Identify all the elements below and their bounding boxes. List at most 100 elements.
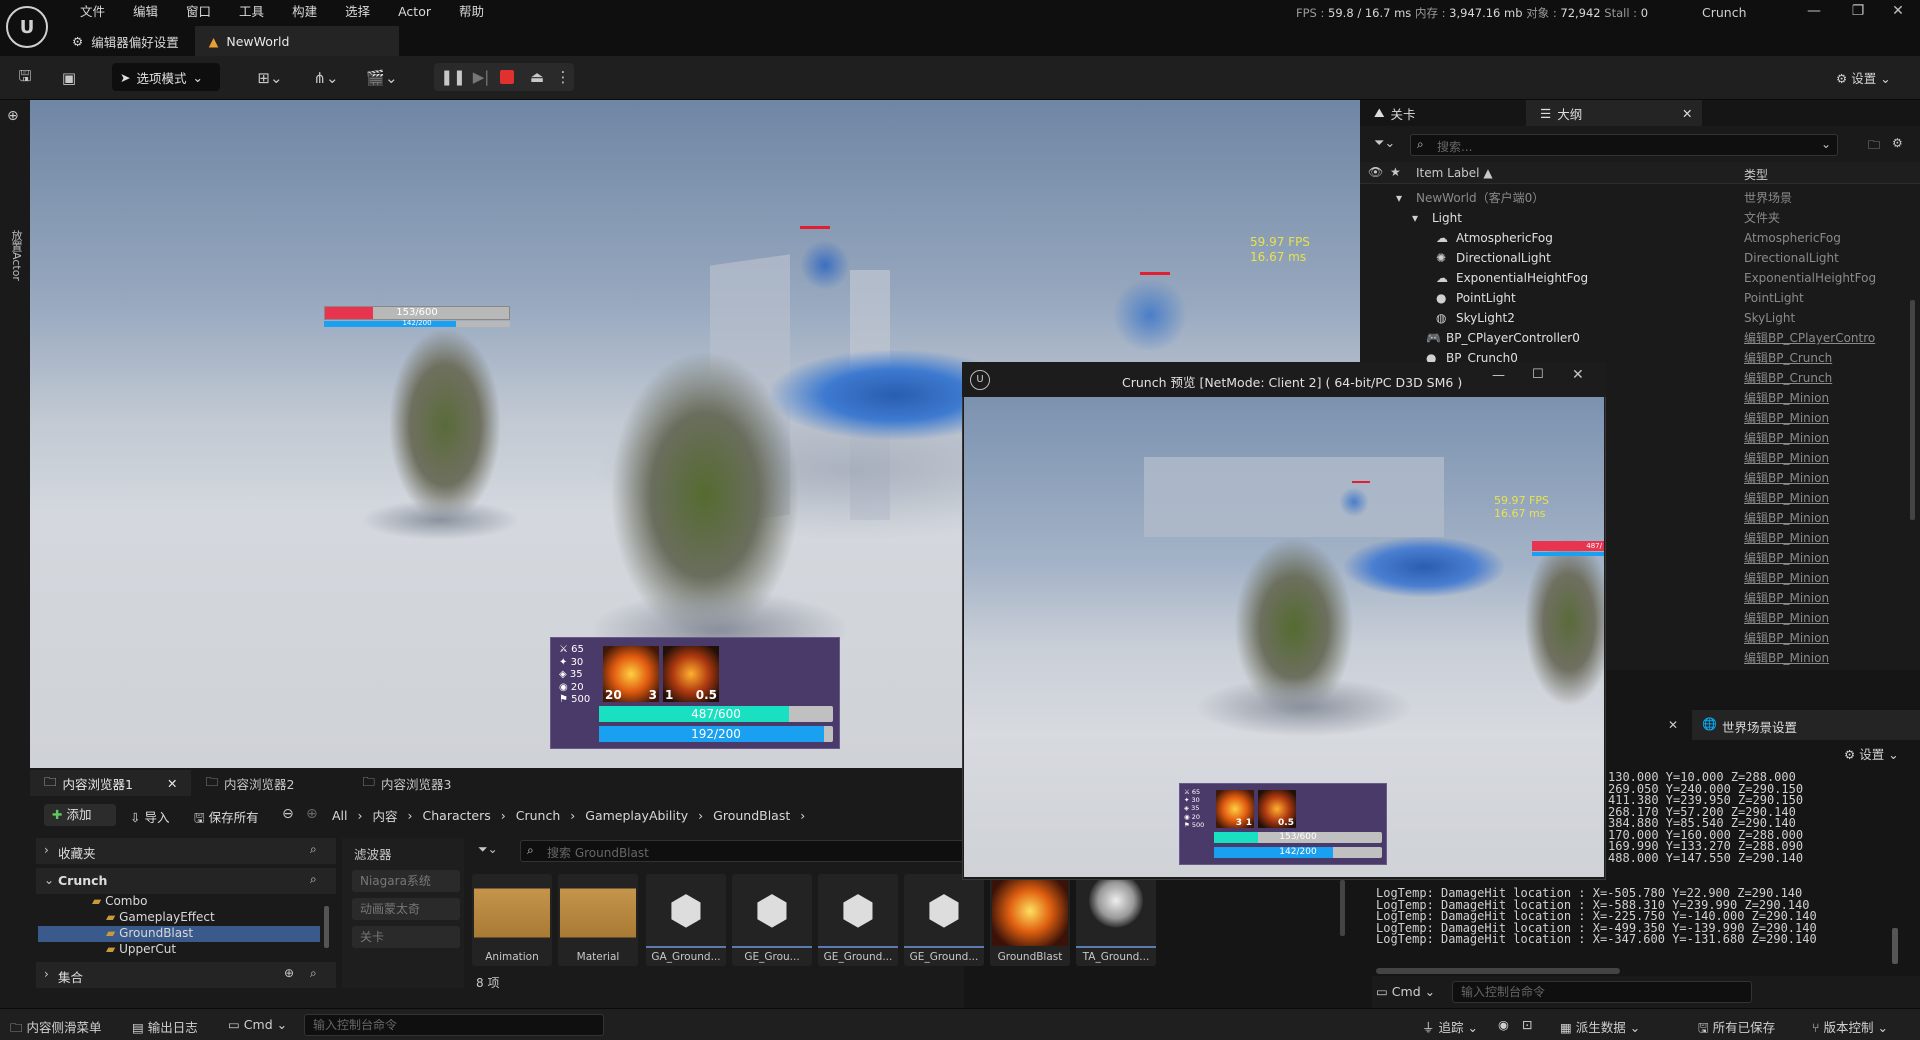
outliner-row[interactable]: ◍ SkyLight2 SkyLight [1360,308,1920,328]
tab-level[interactable]: ⛰ 关卡 [1360,100,1520,126]
all-saved-button[interactable]: 🖫 所有已保存 [1698,1017,1775,1040]
filter-niagara[interactable]: Niagara系统 [352,870,460,892]
folder-combo[interactable]: ▰ Combo [92,894,147,908]
outliner-row-type[interactable]: 编辑BP_Minion [1744,668,1829,670]
outliner-row-type[interactable]: 编辑BP_Crunch [1744,368,1832,388]
preview-viewport[interactable]: 59.97 FPS 16.67 ms 487/ ⚔ 65 ✦ 30 ◈ 35 ◉ … [964,397,1604,877]
asset-scrollbar[interactable] [1340,880,1345,936]
pause-icon[interactable]: ❚❚ [440,64,466,90]
eject-icon[interactable]: ⏏ [524,64,550,90]
asset-ge-groundblast-3[interactable]: ⬢ GE_Ground... [904,874,984,966]
outliner-row[interactable]: ☁ ExponentialHeightFog ExponentialHeightFo… [1360,268,1920,288]
outliner-scrollbar[interactable] [1910,300,1915,520]
mode-select-button[interactable]: ➤ 选项模式 ⌄ [112,63,220,91]
menu-help[interactable]: 帮助 [445,3,498,21]
place-actor-icon[interactable]: ⊕ [7,108,19,124]
filter-icon[interactable]: ⏷⌄ [478,842,498,857]
save-all-button[interactable]: 🖫 保存所有 [194,807,259,830]
preview-titlebar[interactable]: U Crunch 预览 [NetMode: Client 2] ( 64-bit… [962,362,1606,397]
outliner-search[interactable]: ⌕ 搜索... ⌄ [1410,134,1838,156]
outliner-row-type[interactable]: 编辑BP_Minion [1744,588,1829,608]
filter-icon[interactable]: ⏷⌄ [1374,136,1395,151]
menu-tools[interactable]: 工具 [225,3,278,21]
collections-header[interactable]: › 集合 ⊕ ⌕ [36,962,336,988]
asset-ge-groundblast-1[interactable]: ⬢ GE_Grou... [732,874,812,966]
folder-groundblast[interactable]: ▰ GroundBlast [106,926,193,940]
log-hscrollbar[interactable] [1376,968,1620,974]
settings-button[interactable]: ⚙ 设置 ⌄ [1836,68,1891,87]
asset-search[interactable]: ⌕ 搜索 GroundBlast [520,840,964,862]
minimize-icon[interactable]: — [1492,368,1505,383]
outliner-row-type[interactable]: 编辑BP_CPlayerContro [1744,328,1875,348]
save-icon[interactable]: 🖫 [12,65,38,91]
log-cmd-button[interactable]: ▭ Cmd ⌄ [1376,984,1435,999]
outliner-row-type[interactable]: 编辑BP_Minion [1744,548,1829,568]
derived-data-button[interactable]: ▦ 派生数据 ⌄ [1560,1017,1640,1036]
content-drawer-button[interactable]: 🗀 内容侧滑菜单 [10,1017,102,1040]
tab-world-settings[interactable]: 🌐 世界场景设置 [1692,710,1920,740]
menu-build[interactable]: 构建 [278,3,331,21]
outliner-row[interactable]: 🎮 BP_CPlayerController0 编辑BP_CPlayerContro [1360,328,1920,348]
close-icon[interactable]: ✕ [167,776,177,791]
crumb-characters[interactable]: Characters [423,808,491,823]
log-console-input[interactable]: 输入控制台命令 [1452,981,1752,1003]
trace-button[interactable]: ⏚ 追踪 ⌄ [1422,1017,1478,1036]
step-icon[interactable]: ▶| [468,64,494,90]
outliner-row-type[interactable]: 编辑BP_Minion [1744,508,1829,528]
filter-montage[interactable]: 动画蒙太奇 [352,898,460,920]
menu-edit[interactable]: 编辑 [119,3,172,21]
folder-gameplayeffect[interactable]: ▰ GameplayEffect [106,910,215,924]
crumb-gameplayability[interactable]: GameplayAbility [585,808,688,823]
add-button[interactable]: ✚ 添加 [44,804,116,826]
crunch-header[interactable]: ⌄ Crunch ⌕ [36,868,336,894]
outliner-row-type[interactable]: 编辑BP_Minion [1744,608,1829,628]
folder-uppercut[interactable]: ▰ UpperCut [106,942,176,956]
pin-icon[interactable]: ★ [1390,165,1401,179]
search-icon[interactable]: ⌕ [310,966,317,981]
more-icon[interactable]: ⋮ [550,64,576,90]
outliner-row-type[interactable]: 编辑BP_Minion [1744,388,1829,408]
tab-content-browser-3[interactable]: 🗀 内容浏览器3 [348,770,465,796]
menu-window[interactable]: 窗口 [172,3,225,21]
skill-groundblast-icon[interactable]: 20 3 [603,646,659,702]
outliner-row[interactable]: ▾ Light 文件夹 [1360,208,1920,228]
asset-ge-groundblast-2[interactable]: ⬢ GE_Ground... [818,874,898,966]
outliner-row-type[interactable]: 编辑BP_Crunch [1744,348,1832,368]
minimize-icon[interactable]: — [1792,0,1836,22]
asset-ta-groundblast[interactable]: TA_Ground... [1076,874,1156,966]
add-collection-icon[interactable]: ⊕ [284,966,294,980]
asset-animation-folder[interactable]: Animation [472,874,552,966]
asset-groundblast-montage[interactable]: GroundBlast [990,874,1070,966]
browse-icon[interactable]: ▣ [56,65,82,91]
close-icon[interactable]: ✕ [1682,106,1692,121]
tab-content-browser-1[interactable]: 🗀 内容浏览器1 ✕ [30,770,192,796]
place-actor-label[interactable]: 放置Actor [8,230,24,281]
search-icon[interactable]: ⌕ [310,872,317,887]
menu-file[interactable]: 文件 [66,3,119,21]
outliner-row[interactable]: ☁ AtmosphericFog AtmosphericFog [1360,228,1920,248]
col-type[interactable]: 类型 [1744,166,1768,183]
outliner-row-type[interactable]: 编辑BP_Minion [1744,648,1829,668]
close-icon[interactable]: ✕ [1668,718,1678,732]
menu-actor[interactable]: Actor [384,3,445,21]
favorites-header[interactable]: › 收藏夹 ⌕ [36,838,336,864]
skill-groundblast-icon[interactable]: 3 1 [1216,790,1254,828]
search-icon[interactable]: ⌕ [310,842,317,857]
filter-level[interactable]: 关卡 [352,926,460,948]
outliner-row-type[interactable]: 编辑BP_Minion [1744,408,1829,428]
outliner-row-type[interactable]: 编辑BP_Minion [1744,628,1829,648]
forward-icon[interactable]: ⊕ [306,806,318,822]
outliner-row-type[interactable]: 编辑BP_Minion [1744,448,1829,468]
crumb-content[interactable]: 内容 [373,806,398,825]
tab-newworld[interactable]: ▲ NewWorld [194,26,400,56]
asset-ga-groundblast[interactable]: ⬢ GA_Ground... [646,874,726,966]
skill-uppercut-icon[interactable]: 1 0.5 [663,646,719,702]
tree-scrollbar[interactable] [324,906,329,948]
import-button[interactable]: ⇩ 导入 [130,807,169,826]
gear-icon[interactable]: ⚙ [1892,136,1903,150]
tab-editor-prefs[interactable]: ⚙ 编辑器偏好设置 [58,26,195,56]
outliner-row[interactable]: ▾ NewWorld（客户端0） 世界场景 [1360,188,1920,208]
record-icon[interactable]: ◉ [1498,1017,1509,1032]
screenshot-icon[interactable]: ⊡ [1522,1017,1532,1032]
source-control-button[interactable]: ⑂ 版本控制 ⌄ [1812,1017,1888,1036]
